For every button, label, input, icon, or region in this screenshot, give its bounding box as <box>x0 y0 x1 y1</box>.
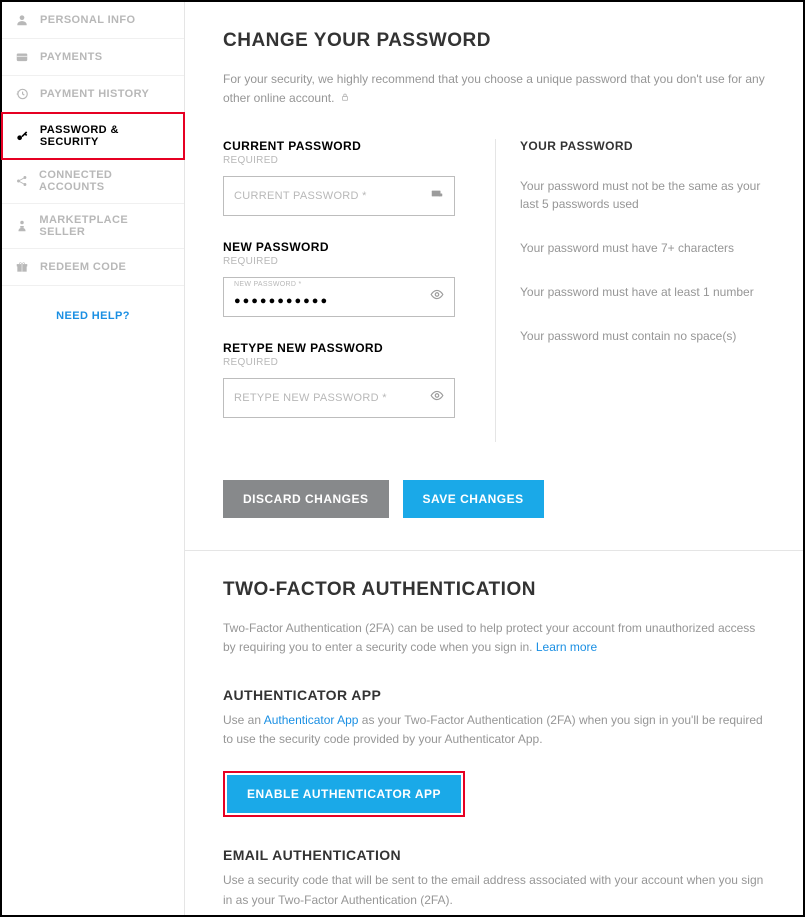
seller-icon <box>14 218 29 234</box>
new-password-field: NEW PASSWORD REQUIRED NEW PASSWORD * ●●●… <box>223 240 455 317</box>
sidebar-item-label: PAYMENTS <box>40 51 103 63</box>
retype-password-field: RETYPE NEW PASSWORD REQUIRED <box>223 341 455 418</box>
retype-password-input[interactable] <box>234 392 418 404</box>
authenticator-app-desc: Use an Authenticator App as your Two-Fac… <box>223 711 765 749</box>
sidebar-item-label: PERSONAL INFO <box>40 14 135 26</box>
email-auth-title: EMAIL AUTHENTICATION <box>223 847 765 863</box>
section-description: For your security, we highly recommend t… <box>223 70 765 109</box>
learn-more-link[interactable]: Learn more <box>536 640 597 654</box>
keyboard-icon[interactable] <box>430 186 444 205</box>
sidebar: PERSONAL INFO PAYMENTS PAYMENT HISTORY P… <box>2 2 185 915</box>
enable-authenticator-app-button[interactable]: ENABLE AUTHENTICATOR APP <box>227 775 461 813</box>
floating-label: NEW PASSWORD * <box>234 281 301 288</box>
highlight-box: ENABLE AUTHENTICATOR APP <box>223 771 465 817</box>
sidebar-item-redeem-code[interactable]: REDEEM CODE <box>2 249 184 286</box>
key-icon <box>15 128 30 144</box>
current-password-input[interactable] <box>234 190 418 202</box>
eye-icon[interactable] <box>430 388 444 407</box>
rule-item: Your password must have at least 1 numbe… <box>520 283 765 301</box>
sidebar-item-marketplace-seller[interactable]: MARKETPLACE SELLER <box>2 204 184 249</box>
rules-title: YOUR PASSWORD <box>520 139 765 153</box>
authenticator-app-link[interactable]: Authenticator App <box>264 713 359 727</box>
email-auth-desc: Use a security code that will be sent to… <box>223 871 765 909</box>
lock-icon <box>340 89 350 108</box>
field-required: REQUIRED <box>223 256 455 267</box>
page-title: CHANGE YOUR PASSWORD <box>223 30 765 52</box>
two-factor-desc: Two-Factor Authentication (2FA) can be u… <box>223 619 765 657</box>
rule-item: Your password must contain no space(s) <box>520 327 765 345</box>
sidebar-item-label: MARKETPLACE SELLER <box>39 214 172 238</box>
sidebar-item-payment-history[interactable]: PAYMENT HISTORY <box>2 76 184 113</box>
person-icon <box>14 12 30 28</box>
current-password-field: CURRENT PASSWORD REQUIRED <box>223 139 455 216</box>
field-required: REQUIRED <box>223 357 455 368</box>
gift-icon <box>14 259 30 275</box>
change-password-section: CHANGE YOUR PASSWORD For your security, … <box>185 2 803 551</box>
field-label: CURRENT PASSWORD <box>223 139 455 153</box>
sidebar-item-label: PAYMENT HISTORY <box>40 88 149 100</box>
field-label: NEW PASSWORD <box>223 240 455 254</box>
rule-item: Your password must have 7+ characters <box>520 239 765 257</box>
history-icon <box>14 86 30 102</box>
sidebar-item-password-security[interactable]: PASSWORD & SECURITY <box>1 112 185 160</box>
share-icon <box>14 173 29 189</box>
sidebar-item-payments[interactable]: PAYMENTS <box>2 39 184 76</box>
wallet-icon <box>14 49 30 65</box>
sidebar-item-label: PASSWORD & SECURITY <box>40 124 171 148</box>
field-label: RETYPE NEW PASSWORD <box>223 341 455 355</box>
two-factor-section: TWO-FACTOR AUTHENTICATION Two-Factor Aut… <box>185 551 803 915</box>
sidebar-item-connected-accounts[interactable]: CONNECTED ACCOUNTS <box>2 159 184 204</box>
sidebar-item-label: REDEEM CODE <box>40 261 126 273</box>
save-changes-button[interactable]: SAVE CHANGES <box>403 480 544 518</box>
eye-icon[interactable] <box>430 287 444 306</box>
field-required: REQUIRED <box>223 155 455 166</box>
two-factor-title: TWO-FACTOR AUTHENTICATION <box>223 579 765 601</box>
authenticator-app-group: AUTHENTICATOR APP Use an Authenticator A… <box>223 687 765 817</box>
authenticator-app-title: AUTHENTICATOR APP <box>223 687 765 703</box>
new-password-input[interactable]: ●●●●●●●●●●● <box>234 295 329 307</box>
email-auth-group: EMAIL AUTHENTICATION Use a security code… <box>223 847 765 915</box>
rule-item: Your password must not be the same as yo… <box>520 177 765 213</box>
need-help-link[interactable]: NEED HELP? <box>2 286 184 346</box>
main-content: CHANGE YOUR PASSWORD For your security, … <box>185 2 803 915</box>
sidebar-item-personal-info[interactable]: PERSONAL INFO <box>2 2 184 39</box>
password-rules: YOUR PASSWORD Your password must not be … <box>495 139 765 442</box>
sidebar-item-label: CONNECTED ACCOUNTS <box>39 169 172 193</box>
discard-changes-button[interactable]: DISCARD CHANGES <box>223 480 389 518</box>
